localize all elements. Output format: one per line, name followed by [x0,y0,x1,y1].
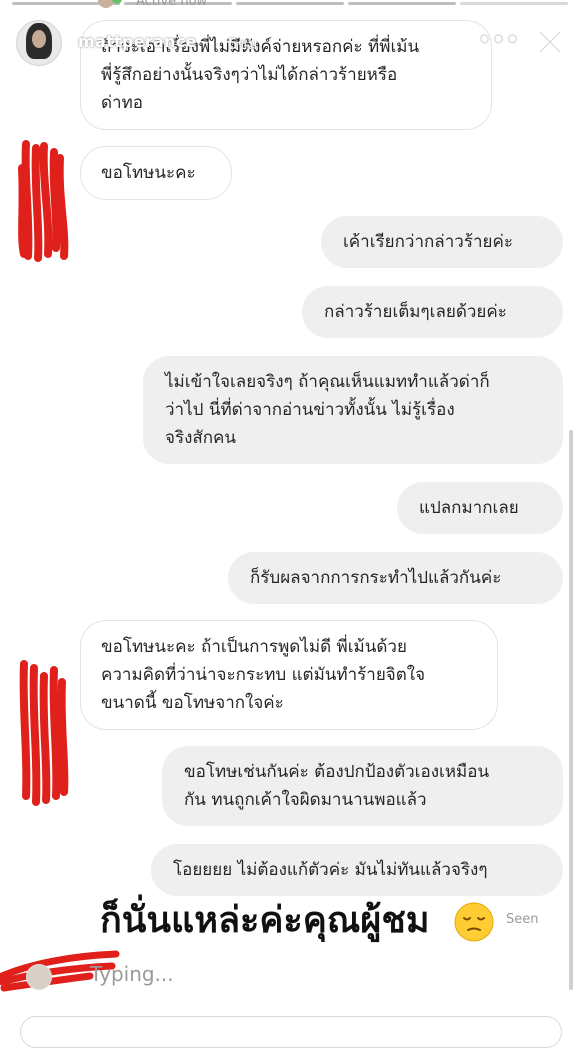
message-bubble-outgoing: กล่าวร้ายเต็มๆเลยด้วยค่ะ [302,286,563,338]
message-line: ว่าไป นี่ที่ด่าจากอ่านข่าวทั้งนั้น ไม่รู… [165,400,455,420]
message-line: จริงสักคน [165,428,237,448]
message-line: พี่รู้สึกอย่างนั้นจริงๆว่าไม่ได้กล่าวร้า… [101,65,398,85]
message-bubble-outgoing: ไม่เข้าใจเลยจริงๆ ถ้าคุณเห็นแมททำแล้วด่า… [143,356,563,464]
seen-receipt: Seen [506,912,539,927]
message-bubble-outgoing: ขอโทษเช่นกันค่ะ ต้องปกป้องตัวเองเหมือน ก… [162,746,563,826]
message-bubble-incoming: ขอโทษนะคะ ถ้าเป็นการพูดไม่ดี พี่เม้นด้วย… [80,620,498,730]
message-line: ไม่เข้าใจเลยจริงๆ ถ้าคุณเห็นแมททำแล้วด่า… [165,372,490,392]
message-bubble-outgoing: เค้าเรียกว่ากล่าวร้ายค่ะ [321,216,563,268]
message-line: ขอโทษเช่นกันค่ะ ต้องปกป้องตัวเองเหมือน [184,762,490,782]
close-icon[interactable] [534,26,566,58]
message-line: โอยยยย ไม่ต้องแก้ตัวค่ะ มันไม่ทันแล้วจริ… [173,860,488,880]
message-line: เค้าเรียกว่ากล่าวร้ายค่ะ [343,232,513,252]
message-line: ด่าทอ [101,93,144,113]
pensive-face-emoji-icon [454,902,494,942]
more-options-icon[interactable]: ••• [478,28,520,53]
message-line: ก็รับผลจากการกระทำไปแล้วกันค่ะ [250,568,502,588]
message-line: กัน ทนถูกเค้าใจผิดมานานพอแล้ว [184,790,427,810]
scrollbar[interactable] [569,430,573,990]
dm-header-strip: Active now [0,0,580,20]
message-line: ขอโทษนะคะ ถ้าเป็นการพูดไม่ดี พี่เม้นด้วย [101,637,407,657]
message-line: ขนาดนี้ ขอโทษจากใจค่ะ [101,693,284,713]
typing-indicator: Typing... [90,962,174,986]
message-line: ความคิดที่ว่าน่าจะกระทบ แต่มันทำร้ายจิตใ… [101,665,426,685]
story-avatar[interactable] [16,20,62,66]
message-input-bar[interactable] [20,1016,562,1048]
message-line: แปลกมากเลย [419,498,519,518]
message-line: กล่าวร้ายเต็มๆเลยด้วยค่ะ [324,302,507,322]
red-scribble-redaction [18,140,69,262]
story-username[interactable]: mattperance [78,32,197,51]
story-text-caption: ก็นั่นแหล่ะค่ะคุณผู้ชม [100,900,430,941]
message-bubble-outgoing: โอยยยย ไม่ต้องแก้ตัวค่ะ มันไม่ทันแล้วจริ… [151,844,563,896]
message-bubble-incoming: ขอโทษนะคะ [80,146,232,200]
active-status-label: Active now [136,0,208,9]
red-scribble-redaction [19,660,69,806]
online-status-dot [112,0,122,4]
message-bubble-outgoing: แปลกมากเลย [397,482,563,534]
typing-contact-avatar [26,964,52,990]
avatar-face [32,30,46,48]
message-line: ขอโทษนะคะ [101,163,196,183]
story-timestamp: 5ชม. [228,35,263,53]
message-bubble-outgoing: ก็รับผลจากการกระทำไปแล้วกันค่ะ [228,552,563,604]
